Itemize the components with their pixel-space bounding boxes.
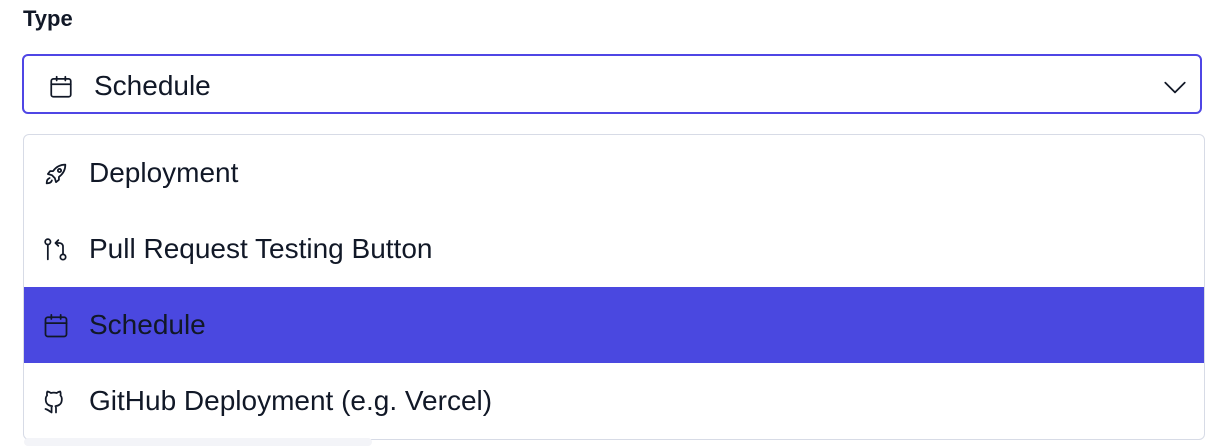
calendar-icon <box>42 312 70 340</box>
option-schedule[interactable]: Schedule <box>24 287 1204 363</box>
option-deployment[interactable]: Deployment <box>24 135 1204 211</box>
option-pull-request-testing-button[interactable]: Pull Request Testing Button <box>24 211 1204 287</box>
rocket-icon <box>42 160 70 188</box>
chevron-down-icon[interactable] <box>1162 74 1188 100</box>
option-label: Deployment <box>89 157 239 188</box>
option-label: Schedule <box>89 309 206 340</box>
type-select-value: Schedule <box>94 70 211 101</box>
type-field-label: Type <box>23 6 73 31</box>
option-label: Pull Request Testing Button <box>89 233 433 264</box>
calendar-icon <box>48 74 74 100</box>
type-options-menu: Deployment Pull Request Testing Button S… <box>23 134 1205 440</box>
underlying-field-edge <box>24 438 372 446</box>
type-select[interactable]: Schedule <box>22 54 1202 114</box>
option-github-deployment[interactable]: GitHub Deployment (e.g. Vercel) <box>24 363 1204 439</box>
git-pull-request-icon <box>42 236 70 264</box>
github-icon <box>42 388 70 416</box>
option-label: GitHub Deployment (e.g. Vercel) <box>89 385 493 416</box>
